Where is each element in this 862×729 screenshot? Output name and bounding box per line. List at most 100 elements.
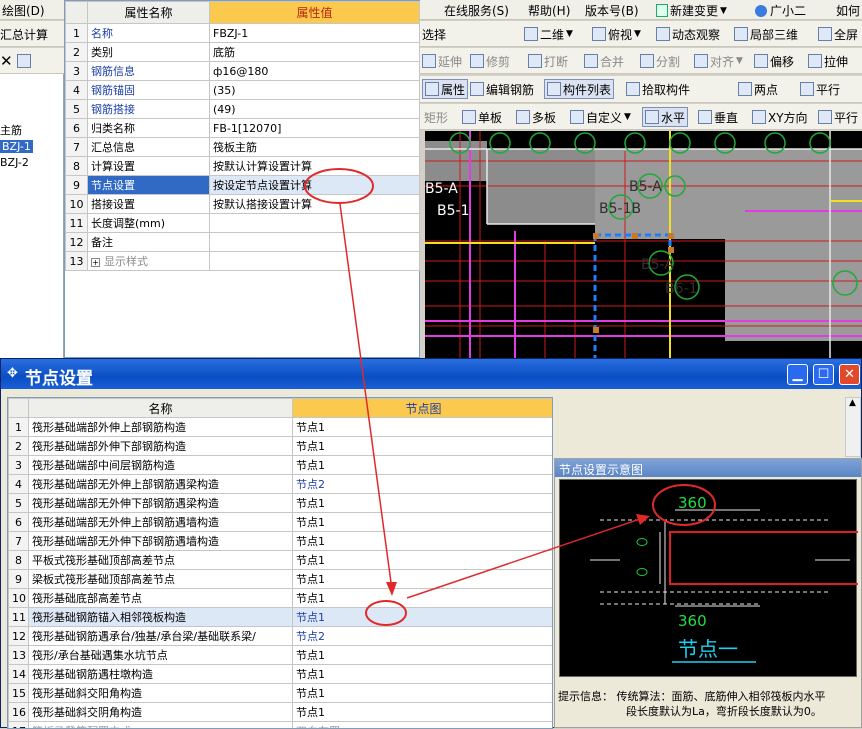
- menu-new-change[interactable]: 新建变更▼: [656, 2, 727, 19]
- property-row[interactable]: 1名称FBZJ-1: [66, 24, 420, 43]
- property-value[interactable]: [210, 214, 420, 233]
- node-value[interactable]: 节点2: [293, 475, 554, 494]
- rectangle-button[interactable]: 矩形: [424, 107, 448, 127]
- top-view-button[interactable]: 俯视▼: [592, 24, 641, 44]
- property-value[interactable]: (49): [210, 100, 420, 119]
- node-value[interactable]: 节点1: [293, 437, 554, 456]
- node-row[interactable]: 1筏形基础端部外伸上部钢筋构造节点1: [9, 418, 554, 437]
- select-button[interactable]: 选择: [422, 24, 446, 44]
- node-row[interactable]: 2筏形基础端部外伸下部钢筋构造节点1: [9, 437, 554, 456]
- break-button[interactable]: 打断: [528, 51, 568, 71]
- delete-button[interactable]: ✕: [0, 51, 33, 71]
- property-row[interactable]: 6归类名称FB-1[12070]: [66, 119, 420, 138]
- property-value[interactable]: [210, 233, 420, 252]
- property-value[interactable]: (35): [210, 81, 420, 100]
- trim-button[interactable]: 修剪: [470, 51, 510, 71]
- node-row[interactable]: 7筏形基础端部无外伸下部钢筋遇墙构造节点1: [9, 532, 554, 551]
- node-value[interactable]: 节点1: [293, 418, 554, 437]
- tree-item-bzj2[interactable]: BZJ-2: [0, 156, 29, 169]
- node-value[interactable]: 节点1: [293, 494, 554, 513]
- parallel-button[interactable]: 平行: [800, 79, 840, 99]
- node-row[interactable]: 3筏形基础端部中间层钢筋构造节点1: [9, 456, 554, 475]
- property-value[interactable]: 底筋: [210, 43, 420, 62]
- property-row[interactable]: 2类别底筋: [66, 43, 420, 62]
- node-value[interactable]: 节点1: [293, 570, 554, 589]
- node-row[interactable]: 4筏形基础端部无外伸上部钢筋遇梁构造节点2: [9, 475, 554, 494]
- properties-button[interactable]: 属性: [422, 79, 468, 99]
- node-value[interactable]: 节点1: [293, 608, 554, 627]
- property-row[interactable]: 10搭接设置按默认搭接设置计算: [66, 195, 420, 214]
- maximize-button[interactable]: ☐: [813, 364, 834, 385]
- node-row[interactable]: 16筏形基础斜交阴角构造节点1: [9, 703, 554, 722]
- pick-component-button[interactable]: 拾取构件: [626, 79, 690, 99]
- property-row[interactable]: 7汇总信息筏板主筋: [66, 138, 420, 157]
- menu-online-service[interactable]: 在线服务(S): [444, 2, 509, 19]
- menu-how-to[interactable]: 如何: [836, 2, 860, 19]
- property-row[interactable]: 3钢筋信息ф16@180: [66, 62, 420, 81]
- fullscreen-button[interactable]: 全屏: [818, 24, 858, 44]
- node-value[interactable]: 节点1: [293, 551, 554, 570]
- node-value[interactable]: 节点1: [293, 456, 554, 475]
- property-value[interactable]: ф16@180: [210, 62, 420, 81]
- property-row[interactable]: 9节点设置按设定节点设置计算: [66, 176, 420, 195]
- node-row[interactable]: 15筏形基础斜交阳角构造节点1: [9, 684, 554, 703]
- tree-item-bzj1[interactable]: BZJ-1: [0, 140, 33, 153]
- node-row[interactable]: 6筏形基础端部无外伸上部钢筋遇墙构造节点1: [9, 513, 554, 532]
- node-value[interactable]: 节点1: [293, 646, 554, 665]
- node-value[interactable]: 节点1: [293, 665, 554, 684]
- node-row[interactable]: 12筏形基础钢筋遇承台/独基/承台梁/基础联系梁/节点2: [9, 627, 554, 646]
- dynamic-view-button[interactable]: 动态观察: [656, 24, 720, 44]
- node-row[interactable]: 9梁板式筏形基础顶部高差节点节点1: [9, 570, 554, 589]
- stretch-button[interactable]: 拉伸: [808, 51, 848, 71]
- property-value[interactable]: 按默认计算设置计算: [210, 157, 420, 176]
- property-row[interactable]: 13+显示样式: [66, 252, 420, 271]
- extend-button[interactable]: 延伸: [422, 51, 462, 71]
- merge-button[interactable]: 合并: [584, 51, 624, 71]
- node-row[interactable]: 5筏形基础端部无外伸下部钢筋遇梁构造节点1: [9, 494, 554, 513]
- custom-button[interactable]: 自定义▼: [570, 107, 631, 127]
- tree-item-main-rebar[interactable]: 主筋: [0, 122, 22, 138]
- dialog-scrollbar[interactable]: ▲: [845, 397, 861, 457]
- node-row[interactable]: 11筏形基础钢筋锚入相邻筏板构造节点1: [9, 608, 554, 627]
- node-value[interactable]: 节点1: [293, 532, 554, 551]
- menu-help[interactable]: 帮助(H): [528, 2, 570, 19]
- menu-draw[interactable]: 绘图(D): [2, 2, 45, 19]
- multi-slab-button[interactable]: 多板: [516, 107, 556, 127]
- property-value[interactable]: 按默认搭接设置计算: [210, 195, 420, 214]
- parallel-slab-button[interactable]: 平行: [818, 107, 858, 127]
- close-button[interactable]: ✕: [839, 364, 860, 385]
- property-value[interactable]: 按设定节点设置计算: [210, 176, 420, 195]
- single-slab-button[interactable]: 单板: [462, 107, 502, 127]
- property-value[interactable]: [210, 252, 420, 271]
- property-row[interactable]: 12备注: [66, 233, 420, 252]
- component-list-button[interactable]: 构件列表: [544, 79, 614, 99]
- vertical-button[interactable]: 垂直: [698, 107, 738, 127]
- node-value[interactable]: 节点1: [293, 703, 554, 722]
- node-row[interactable]: 14筏形基础钢筋遇柱墩构造节点1: [9, 665, 554, 684]
- two-point-button[interactable]: 两点: [738, 79, 778, 99]
- node-value[interactable]: 节点1: [293, 589, 554, 608]
- 2d-button[interactable]: 二维▼: [524, 24, 573, 44]
- property-row[interactable]: 8计算设置按默认计算设置计算: [66, 157, 420, 176]
- cad-canvas[interactable]: B5-A B5-1 B5-A B5-1B B5-A B6-1: [425, 131, 862, 358]
- node-row[interactable]: 13筏形/承台基础遇集水坑节点节点1: [9, 646, 554, 665]
- property-row[interactable]: 4钢筋锚固(35): [66, 81, 420, 100]
- xy-direction-button[interactable]: XY方向: [752, 107, 808, 127]
- split-button[interactable]: 分割: [640, 51, 680, 71]
- property-row[interactable]: 11长度调整(mm): [66, 214, 420, 233]
- summary-calc-button[interactable]: 汇总计算: [0, 24, 48, 44]
- offset-button[interactable]: 偏移: [754, 51, 794, 71]
- dialog-titlebar[interactable]: ✥ 节点设置 ▁ ☐ ✕: [1, 359, 861, 389]
- align-button[interactable]: 对齐▼: [694, 51, 743, 71]
- property-row[interactable]: 5钢筋搭接(49): [66, 100, 420, 119]
- node-row[interactable]: 10筏形基础底部高差节点节点1: [9, 589, 554, 608]
- node-value[interactable]: 节点2: [293, 627, 554, 646]
- property-value[interactable]: 筏板主筋: [210, 138, 420, 157]
- node-value[interactable]: 节点1: [293, 513, 554, 532]
- node-value[interactable]: 节点1: [293, 684, 554, 703]
- node-row[interactable]: 8平板式筏形基础顶部高差节点节点1: [9, 551, 554, 570]
- edit-rebar-button[interactable]: 编辑钢筋: [470, 79, 534, 99]
- local-3d-button[interactable]: 局部三维: [734, 24, 798, 44]
- horizontal-button[interactable]: 水平: [642, 107, 688, 127]
- minimize-button[interactable]: ▁: [787, 364, 808, 385]
